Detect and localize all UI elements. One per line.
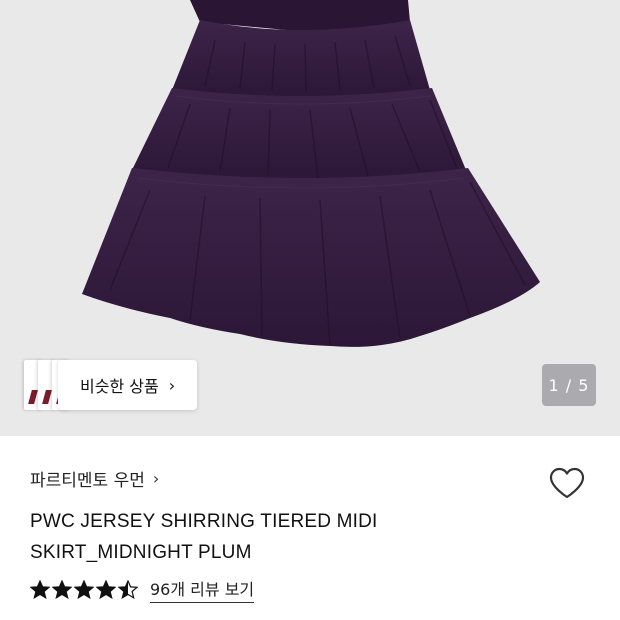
- similar-products-label: 비슷한 상품: [80, 377, 159, 396]
- chevron-right-icon: ›: [152, 469, 160, 488]
- rating-stars: [30, 580, 140, 599]
- brand-link[interactable]: 파르티멘토 우먼 ›: [30, 466, 159, 491]
- product-info-panel: 파르티멘토 우먼 › PWC JERSEY SHIRRING TIERED MI…: [0, 436, 620, 620]
- star-icon: [74, 580, 94, 599]
- star-icon: [52, 580, 72, 599]
- product-image-carousel[interactable]: 비슷한 상품 › 1 / 5: [0, 0, 620, 436]
- rating-row: 96개 리뷰 보기: [30, 576, 255, 603]
- star-icon: [96, 580, 116, 599]
- product-title: PWC JERSEY SHIRRING TIERED MIDI SKIRT_MI…: [30, 511, 378, 563]
- image-pager-text: 1 / 5: [548, 375, 590, 395]
- image-pager-indicator: 1 / 5: [542, 364, 596, 406]
- heart-outline-icon[interactable]: [548, 466, 586, 500]
- star-icon: [118, 580, 138, 599]
- review-link[interactable]: 96개 리뷰 보기: [150, 576, 255, 603]
- chevron-right-icon: ›: [168, 375, 176, 395]
- similar-products-button[interactable]: 비슷한 상품 ›: [24, 360, 198, 410]
- similar-products-pill[interactable]: 비슷한 상품 ›: [58, 360, 198, 410]
- star-icon: [30, 580, 50, 599]
- brand-name: 파르티멘토 우먼: [30, 471, 145, 491]
